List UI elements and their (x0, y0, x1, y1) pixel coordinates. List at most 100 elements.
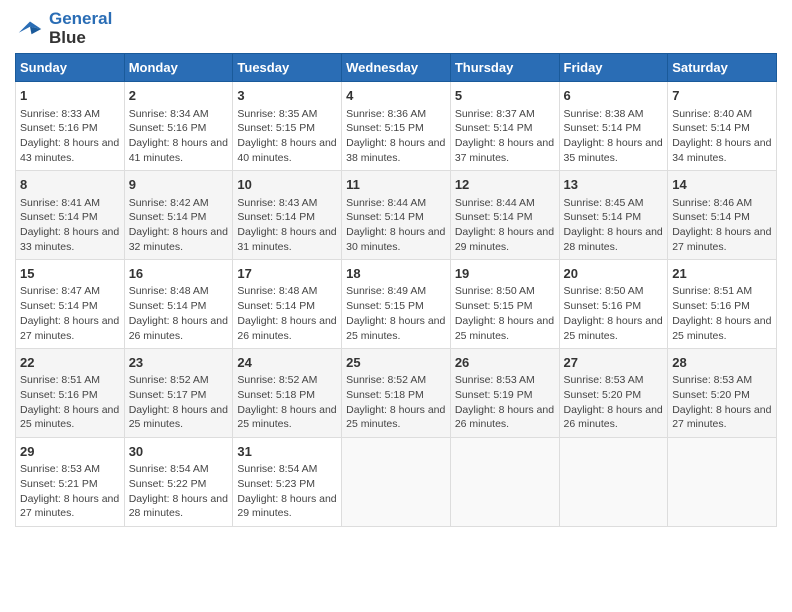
sunrise: Sunrise: 8:42 AM (129, 197, 209, 209)
day-number: 7 (672, 87, 772, 105)
daylight: Daylight: 8 hours and 27 minutes. (672, 404, 771, 431)
day-number: 6 (564, 87, 664, 105)
week-row-5: 29 Sunrise: 8:53 AM Sunset: 5:21 PM Dayligh… (16, 438, 777, 527)
day-number: 28 (672, 354, 772, 372)
sunset: Sunset: 5:14 PM (129, 211, 207, 223)
calendar-cell: 1Sunrise: 8:33 AMSunset: 5:16 PMDaylight… (16, 82, 125, 171)
daylight: Daylight: 8 hours and 25 minutes. (20, 404, 119, 431)
daylight: Daylight: 8 hours and 25 minutes. (129, 404, 228, 431)
header-sunday: Sunday (16, 54, 125, 82)
daylight: Daylight: 8 hours and 25 minutes. (672, 315, 771, 342)
daylight: Daylight: 8 hours and 33 minutes. (20, 226, 119, 253)
day-number: 20 (564, 265, 664, 283)
calendar-cell: 5Sunrise: 8:37 AMSunset: 5:14 PMDaylight… (450, 82, 559, 171)
calendar-cell: 30 Sunrise: 8:54 AM Sunset: 5:22 PM Dayligh… (124, 438, 233, 527)
sunrise: Sunrise: 8:34 AM (129, 108, 209, 120)
sunset: Sunset: 5:16 PM (672, 300, 750, 312)
calendar-cell (450, 438, 559, 527)
sunset: Sunset: 5:14 PM (455, 211, 533, 223)
sunrise: Sunrise: 8:47 AM (20, 285, 100, 297)
sunset: Sunset: 5:16 PM (129, 122, 207, 134)
week-row-4: 22 Sunrise: 8:51 AM Sunset: 5:16 PM Dayligh… (16, 349, 777, 438)
sunset: Sunset: 5:15 PM (455, 300, 533, 312)
sunset: Sunset: 5:16 PM (20, 389, 98, 401)
day-number: 29 (20, 443, 120, 461)
sunrise: Sunrise: 8:53 AM (672, 374, 752, 386)
sunset: Sunset: 5:15 PM (237, 122, 315, 134)
sunrise: Sunrise: 8:52 AM (237, 374, 317, 386)
sunrise: Sunrise: 8:44 AM (455, 197, 535, 209)
calendar-cell: 12 Sunrise: 8:44 AM Sunset: 5:14 PM Dayligh… (450, 171, 559, 260)
sunset: Sunset: 5:14 PM (346, 211, 424, 223)
calendar-cell: 19Sunrise: 8:50 AMSunset: 5:15 PMDayligh… (450, 260, 559, 349)
sunset: Sunset: 5:18 PM (346, 389, 424, 401)
calendar-cell: 15Sunrise: 8:47 AMSunset: 5:14 PMDayligh… (16, 260, 125, 349)
sunrise: Sunrise: 8:53 AM (20, 463, 100, 475)
calendar-cell: 22 Sunrise: 8:51 AM Sunset: 5:16 PM Dayligh… (16, 349, 125, 438)
logo-text: General Blue (49, 10, 112, 47)
daylight: Daylight: 8 hours and 27 minutes. (672, 226, 771, 253)
sunrise: Sunrise: 8:51 AM (20, 374, 100, 386)
sunrise: Sunrise: 8:44 AM (346, 197, 426, 209)
sunrise: Sunrise: 8:54 AM (237, 463, 317, 475)
daylight: Daylight: 8 hours and 28 minutes. (564, 226, 663, 253)
day-number: 30 (129, 443, 229, 461)
calendar-cell: 2Sunrise: 8:34 AMSunset: 5:16 PMDaylight… (124, 82, 233, 171)
daylight: Daylight: 8 hours and 29 minutes. (237, 493, 336, 520)
sunrise: Sunrise: 8:53 AM (455, 374, 535, 386)
calendar-cell: 18Sunrise: 8:49 AMSunset: 5:15 PMDayligh… (342, 260, 451, 349)
day-number: 21 (672, 265, 772, 283)
header-tuesday: Tuesday (233, 54, 342, 82)
daylight: Daylight: 8 hours and 25 minutes. (455, 315, 554, 342)
calendar-cell: 28Sunrise: 8:53 AMSunset: 5:20 PMDayligh… (668, 349, 777, 438)
sunset: Sunset: 5:14 PM (672, 122, 750, 134)
daylight: Daylight: 8 hours and 29 minutes. (455, 226, 554, 253)
day-number: 3 (237, 87, 337, 105)
calendar-cell: 25Sunrise: 8:52 AMSunset: 5:18 PMDayligh… (342, 349, 451, 438)
day-number: 12 (455, 176, 555, 194)
sunrise: Sunrise: 8:54 AM (129, 463, 209, 475)
calendar-cell: 24Sunrise: 8:52 AMSunset: 5:18 PMDayligh… (233, 349, 342, 438)
day-number: 4 (346, 87, 446, 105)
page-container: General Blue SundayMondayTuesdayWednesda… (0, 0, 792, 537)
calendar-cell: 17Sunrise: 8:48 AMSunset: 5:14 PMDayligh… (233, 260, 342, 349)
day-number: 31 (237, 443, 337, 461)
calendar-cell: 13Sunrise: 8:45 AMSunset: 5:14 PMDayligh… (559, 171, 668, 260)
calendar-cell: 21Sunrise: 8:51 AMSunset: 5:16 PMDayligh… (668, 260, 777, 349)
daylight: Daylight: 8 hours and 28 minutes. (129, 493, 228, 520)
calendar-cell: 29Sunrise: 8:53 AMSunset: 5:21 PMDayligh… (16, 438, 125, 527)
sunrise: Sunrise: 8:33 AM (20, 108, 100, 120)
sunset: Sunset: 5:21 PM (20, 478, 98, 490)
week-row-2: 8Sunrise: 8:41 AMSunset: 5:14 PMDaylight… (16, 171, 777, 260)
calendar-cell: 9Sunrise: 8:42 AMSunset: 5:14 PMDaylight… (124, 171, 233, 260)
daylight: Daylight: 8 hours and 26 minutes. (237, 315, 336, 342)
sunrise: Sunrise: 8:48 AM (129, 285, 209, 297)
calendar-cell: 11Sunrise: 8:44 AMSunset: 5:14 PMDayligh… (342, 171, 451, 260)
sunset: Sunset: 5:15 PM (346, 122, 424, 134)
daylight: Daylight: 8 hours and 43 minutes. (20, 137, 119, 164)
day-number: 24 (237, 354, 337, 372)
calendar-cell: 4 Sunrise: 8:36 AM Sunset: 5:15 PM Daylight… (342, 82, 451, 171)
calendar-cell: 27Sunrise: 8:53 AMSunset: 5:20 PMDayligh… (559, 349, 668, 438)
sunrise: Sunrise: 8:52 AM (346, 374, 426, 386)
calendar-cell: 26Sunrise: 8:53 AMSunset: 5:19 PMDayligh… (450, 349, 559, 438)
calendar-cell: 20Sunrise: 8:50 AMSunset: 5:16 PMDayligh… (559, 260, 668, 349)
header-monday: Monday (124, 54, 233, 82)
calendar-cell: 10Sunrise: 8:43 AMSunset: 5:14 PMDayligh… (233, 171, 342, 260)
day-number: 22 (20, 354, 120, 372)
daylight: Daylight: 8 hours and 31 minutes. (237, 226, 336, 253)
calendar-table: SundayMondayTuesdayWednesdayThursdayFrid… (15, 53, 777, 527)
logo-icon (15, 17, 45, 41)
sunrise: Sunrise: 8:36 AM (346, 108, 426, 120)
sunrise: Sunrise: 8:43 AM (237, 197, 317, 209)
daylight: Daylight: 8 hours and 38 minutes. (346, 137, 445, 164)
sunrise: Sunrise: 8:53 AM (564, 374, 644, 386)
calendar-cell: 31Sunrise: 8:54 AMSunset: 5:23 PMDayligh… (233, 438, 342, 527)
day-number: 15 (20, 265, 120, 283)
daylight: Daylight: 8 hours and 41 minutes. (129, 137, 228, 164)
daylight: Daylight: 8 hours and 35 minutes. (564, 137, 663, 164)
sunrise: Sunrise: 8:50 AM (564, 285, 644, 297)
sunset: Sunset: 5:22 PM (129, 478, 207, 490)
day-number: 16 (129, 265, 229, 283)
sunset: Sunset: 5:16 PM (20, 122, 98, 134)
